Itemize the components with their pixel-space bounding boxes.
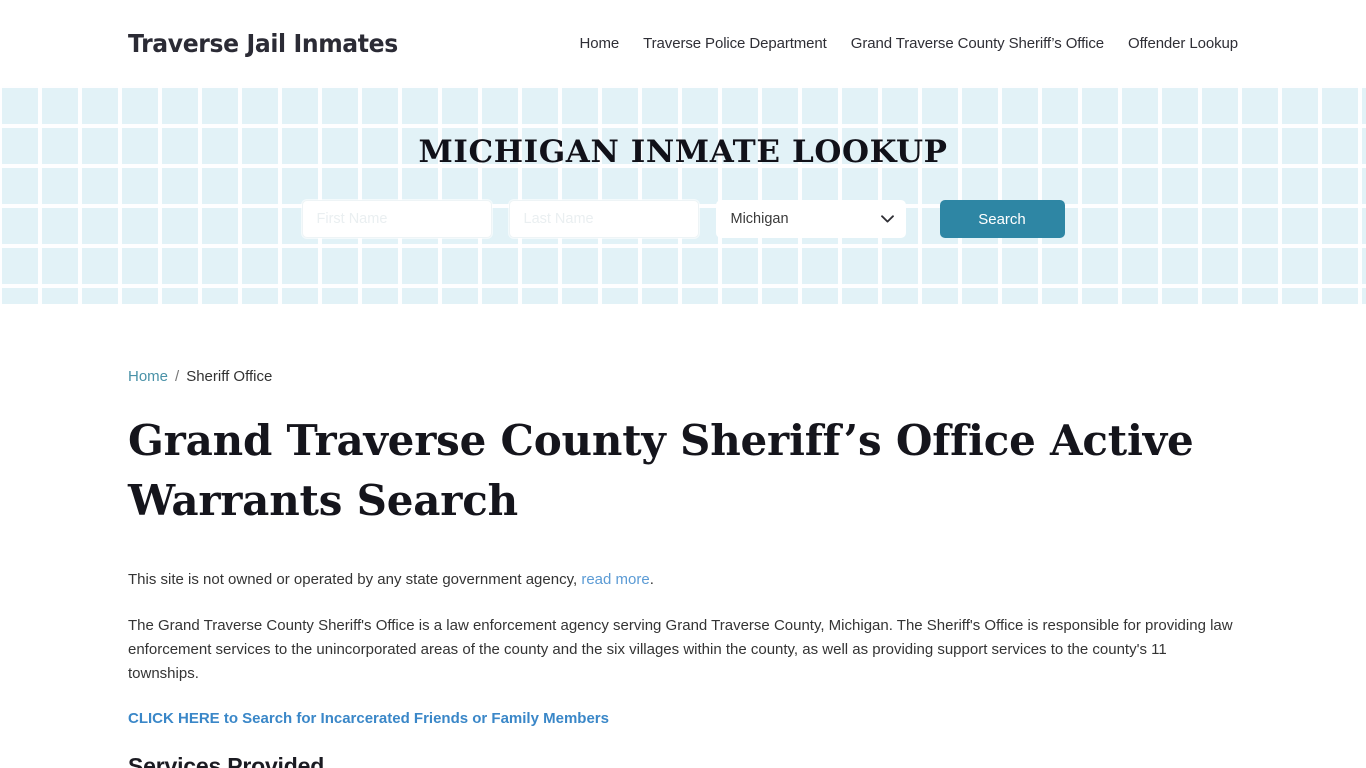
state-select-wrapper: Michigan: [715, 200, 906, 238]
disclaimer-period: .: [649, 571, 654, 588]
nav-item-grand-traverse-county-sheriffs-office[interactable]: Grand Traverse County Sheriff’s Office: [851, 35, 1104, 52]
inmate-search-form: Michigan Search: [301, 200, 1065, 238]
disclaimer-sentence: This site is not owned or operated by an…: [128, 571, 578, 588]
nav-item-home[interactable]: Home: [580, 35, 620, 52]
search-button[interactable]: Search: [939, 200, 1065, 238]
first-name-input[interactable]: [301, 200, 492, 238]
hero-search-section: MICHIGAN INMATE LOOKUP Michigan Search: [0, 86, 1366, 304]
breadcrumb-link-home[interactable]: Home: [128, 368, 168, 385]
site-header: Traverse Jail Inmates Home Traverse Poli…: [0, 0, 1366, 86]
breadcrumb: Home / Sheriff Office: [128, 368, 1238, 385]
breadcrumb-separator: /: [175, 368, 180, 385]
nav-item-traverse-police-department[interactable]: Traverse Police Department: [643, 35, 827, 52]
nav-item-offender-lookup[interactable]: Offender Lookup: [1128, 35, 1238, 52]
state-select[interactable]: Michigan: [715, 200, 906, 238]
main-navigation: Home Traverse Police Department Grand Tr…: [580, 35, 1239, 52]
services-provided-heading: Services Provided: [128, 753, 325, 768]
agency-description-paragraph: The Grand Traverse County Sheriff's Offi…: [128, 617, 1233, 682]
breadcrumb-current: Sheriff Office: [186, 368, 273, 385]
disclaimer-text: This site is not owned or operated by an…: [128, 568, 1238, 592]
read-more-link[interactable]: read more: [581, 571, 649, 588]
last-name-input[interactable]: [508, 200, 699, 238]
hero-title: MICHIGAN INMATE LOOKUP: [418, 134, 948, 170]
site-logo[interactable]: Traverse Jail Inmates: [128, 29, 398, 58]
search-incarcerated-cta-link[interactable]: CLICK HERE to Search for Incarcerated Fr…: [128, 710, 609, 727]
main-content: Home / Sheriff Office Grand Traverse Cou…: [0, 368, 1366, 768]
page-title: Grand Traverse County Sheriff’s Office A…: [128, 416, 1194, 525]
